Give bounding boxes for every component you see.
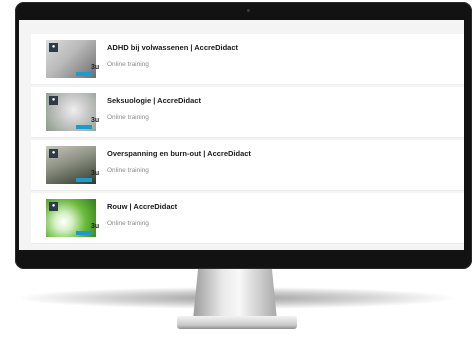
course-card-rouw[interactable]: ● 3u Rouw | AccreDidact Online training: [31, 193, 464, 244]
play-badge-icon: ●: [49, 202, 58, 211]
course-title[interactable]: ADHD bij volwassenen | AccreDidact: [107, 43, 238, 52]
course-title[interactable]: Rouw | AccreDidact: [107, 202, 177, 211]
course-duration: 3u: [91, 170, 100, 177]
thumbnail-ribbon: [76, 178, 92, 182]
monitor-stand-base: [177, 316, 297, 329]
course-thumbnail[interactable]: ●: [46, 146, 96, 184]
monitor-stand-neck: [193, 269, 277, 320]
course-thumbnail[interactable]: ●: [46, 93, 96, 131]
play-badge-icon: ●: [49, 96, 58, 105]
play-badge-icon: ●: [49, 43, 58, 52]
course-list: ● 3u ADHD bij volwassenen | AccreDidact …: [31, 34, 464, 246]
thumbnail-ribbon: [76, 72, 92, 76]
monitor-screen: ● 3u ADHD bij volwassenen | AccreDidact …: [19, 20, 464, 250]
camera-dot-icon: [247, 9, 250, 12]
course-subtitle: Online training: [107, 167, 149, 174]
course-subtitle: Online training: [107, 220, 149, 227]
play-badge-icon: ●: [49, 149, 58, 158]
thumbnail-ribbon: [76, 231, 92, 235]
course-card-burnout[interactable]: ● 3u Overspanning en burn-out | AccreDid…: [31, 140, 464, 191]
course-subtitle: Online training: [107, 114, 149, 121]
course-duration: 3u: [91, 223, 100, 230]
thumbnail-ribbon: [76, 125, 92, 129]
course-thumbnail[interactable]: ●: [46, 199, 96, 237]
course-duration: 3u: [91, 117, 100, 124]
course-card-adhd[interactable]: ● 3u ADHD bij volwassenen | AccreDidact …: [31, 34, 464, 85]
course-subtitle: Online training: [107, 61, 149, 68]
course-card-seksuologie[interactable]: ● 3u Seksuologie | AccreDidact Online tr…: [31, 87, 464, 138]
course-title[interactable]: Overspanning en burn-out | AccreDidact: [107, 149, 251, 158]
course-thumbnail[interactable]: ●: [46, 40, 96, 78]
course-duration: 3u: [91, 64, 100, 71]
course-title[interactable]: Seksuologie | AccreDidact: [107, 96, 201, 105]
